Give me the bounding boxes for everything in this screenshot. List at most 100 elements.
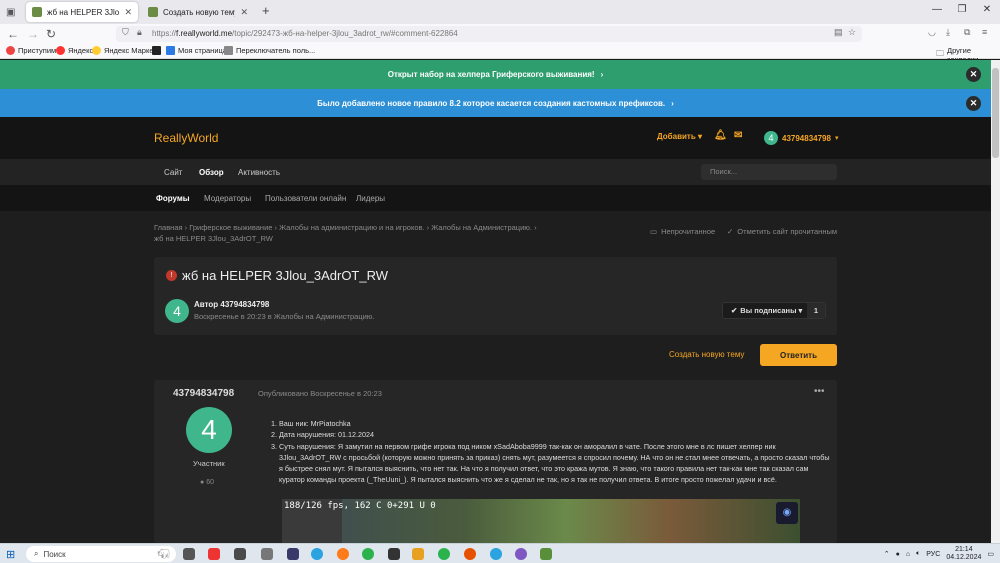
new-tab-icon[interactable]: + — [262, 3, 270, 18]
minecraft-icon[interactable] — [540, 548, 552, 560]
tracking-shield-icon[interactable]: ⛉ — [122, 27, 129, 38]
bookmark-fm[interactable] — [152, 46, 161, 55]
close-tab-icon[interactable]: ✕ — [124, 7, 132, 18]
breadcrumb-admin-complaints[interactable]: Жалобы на Администрацию. — [431, 223, 532, 232]
app-icon[interactable] — [261, 548, 273, 560]
close-icon[interactable]: ✕ — [966, 96, 981, 111]
app-icon[interactable] — [412, 548, 424, 560]
nav-overview[interactable]: Обзор — [199, 168, 224, 177]
banner-text: Открыт набор на хелпера Гриферского выжи… — [387, 70, 595, 79]
post-screenshot-image[interactable]: 188/126 fps, 162 C 0+291 U 0 ◉ — [282, 499, 800, 543]
list-item: Ваш ник: MrPiatochka — [279, 418, 830, 429]
bookmark-pristupim[interactable]: Приступим — [6, 46, 56, 55]
tab-active[interactable]: жб на HELPER 3Jlou_3AdrOT_R ✕ — [26, 2, 138, 22]
notifications-bell-icon[interactable]: 🔔︎ — [714, 130, 727, 141]
windows-start-icon[interactable]: ⊞ — [6, 548, 15, 561]
bookmark-yandex-market[interactable]: Яндекс Маркет — [92, 46, 157, 55]
app-icon[interactable] — [287, 548, 299, 560]
chevron-up-icon[interactable]: ⌃ — [884, 550, 890, 558]
tray-app-icon[interactable]: ● — [896, 551, 900, 558]
close-icon[interactable]: ✕ — [966, 67, 981, 82]
menu-icon[interactable]: ≡ — [982, 27, 987, 37]
yandex-icon — [56, 46, 65, 55]
page-icon — [224, 46, 233, 55]
user-menu[interactable]: 4 43794834798 ▾ — [764, 131, 838, 145]
site-logo[interactable]: ReallyWorld — [154, 131, 218, 145]
bookmark-my-page[interactable]: Моя страница — [166, 46, 227, 55]
post-options-icon[interactable]: ••• — [814, 386, 825, 397]
forward-icon[interactable]: → — [26, 27, 40, 41]
close-window-icon[interactable]: ✕ — [980, 4, 994, 15]
breadcrumb-grief[interactable]: Гриферское выживание — [189, 223, 272, 232]
browser-tab-strip: ▣ жб на HELPER 3Jlou_3AdrOT_R ✕ Создать … — [0, 0, 1000, 24]
subscriber-count: 1 — [807, 303, 825, 318]
extensions-icon[interactable]: ⧉ — [964, 27, 970, 38]
language-indicator[interactable]: РУС — [926, 551, 940, 558]
notifications-icon[interactable]: ▭ — [987, 550, 994, 558]
minimize-icon[interactable]: — — [930, 4, 944, 15]
task-view-icon[interactable] — [183, 548, 195, 560]
post-count-value: 60 — [206, 479, 215, 486]
subnav-moderators[interactable]: Модераторы — [204, 194, 251, 203]
back-icon[interactable]: ← — [6, 27, 20, 41]
discord-icon[interactable] — [515, 548, 527, 560]
subscribe-button[interactable]: ✔ Вы подписаны ▾ 1 — [722, 302, 826, 319]
breadcrumb-complaints[interactable]: Жалобы на администрацию и на игроков. — [279, 223, 424, 232]
reply-button[interactable]: Ответить — [760, 344, 837, 366]
telegram-icon[interactable] — [311, 548, 323, 560]
subnav-users-online[interactable]: Пользователи онлайн — [265, 194, 346, 203]
taskbar-search[interactable]: ⌕ Поиск 🦏︎ — [26, 546, 176, 562]
add-menu[interactable]: Добавить ▾ — [657, 132, 702, 141]
unread-link[interactable]: ▭ Непрочитанное — [650, 227, 715, 236]
fps-overlay-text: 188/126 fps, 162 C 0+291 U 0 — [284, 501, 436, 511]
taskbar-search-label: Поиск — [43, 549, 66, 559]
announcement-banner-rule[interactable]: Было добавлено новое правило 8.2 которое… — [0, 89, 991, 118]
subnav-forums[interactable]: Форумы — [156, 194, 190, 203]
bookmark-yandex[interactable]: Яндекс — [56, 46, 93, 55]
nav-activity[interactable]: Активность — [238, 168, 280, 177]
lock-icon[interactable]: 🔒︎ — [137, 27, 142, 38]
nav-site[interactable]: Сайт — [164, 168, 182, 177]
clock[interactable]: 21:14 04.12.2024 — [946, 546, 981, 562]
pocket-icon[interactable]: ◡ — [928, 27, 936, 38]
post-author-avatar[interactable]: 4 — [186, 407, 232, 453]
app-icon[interactable] — [234, 548, 246, 560]
bookmark-star-icon[interactable]: ☆ — [848, 27, 856, 38]
reader-view-icon[interactable]: ▤ — [834, 27, 843, 38]
downloads-icon[interactable]: ⤓ — [946, 27, 950, 38]
bookmark-switcher[interactable]: Переключатель поль... — [224, 46, 315, 55]
volume-icon[interactable]: 🔈︎ — [916, 550, 920, 558]
post-body: Ваш ник: MrPiatochka Дата нарушения: 01.… — [270, 418, 830, 486]
browser-icon[interactable] — [464, 548, 476, 560]
search-input[interactable]: Поиск... — [701, 164, 837, 180]
breadcrumb-current: жб на HELPER 3Jlou_3AdrOT_RW — [154, 234, 273, 243]
author-avatar[interactable]: 4 — [165, 299, 189, 323]
username: 43794834798 — [782, 133, 831, 143]
chrome-icon[interactable] — [438, 548, 450, 560]
mark-read-link[interactable]: ✓ Отметить сайт прочитанным — [727, 227, 837, 236]
breadcrumb-home[interactable]: Главная — [154, 223, 183, 232]
bookmarks-bar: Приступим Яндекс Яндекс Маркет Моя стран… — [0, 44, 1000, 64]
chevron-right-icon: › — [600, 70, 604, 79]
network-icon[interactable]: ⌂ — [906, 551, 910, 558]
address-bar[interactable]: https://f.reallyworld.me/topic/292473-жб… — [116, 26, 862, 42]
close-tab-icon[interactable]: ✕ — [240, 7, 248, 18]
yandex-browser-icon[interactable] — [208, 548, 220, 560]
scrollbar-thumb[interactable] — [992, 68, 999, 158]
subnav-leaders[interactable]: Лидеры — [356, 194, 385, 203]
messages-envelope-icon[interactable]: ✉ — [734, 130, 742, 141]
announcement-banner-helper[interactable]: Открыт набор на хелпера Гриферского выжи… — [0, 60, 991, 89]
tab-list-icon[interactable]: ▣ — [6, 5, 20, 19]
firefox-icon[interactable] — [337, 548, 349, 560]
tab-create-topic[interactable]: Создать новую тему - ReallyW ✕ — [142, 2, 254, 22]
reload-icon[interactable]: ↻ — [44, 27, 58, 41]
url-scheme: https:// — [152, 29, 177, 38]
settings-icon[interactable] — [388, 548, 400, 560]
topic-author[interactable]: Автор 43794834798 — [194, 300, 269, 309]
restore-icon[interactable]: ❐ — [955, 4, 969, 15]
post-author[interactable]: 43794834798 — [173, 388, 234, 399]
create-topic-link[interactable]: Создать новую тему — [669, 350, 744, 359]
bookmark-icon — [6, 46, 15, 55]
chrome-icon[interactable] — [362, 548, 374, 560]
telegram-icon[interactable] — [490, 548, 502, 560]
